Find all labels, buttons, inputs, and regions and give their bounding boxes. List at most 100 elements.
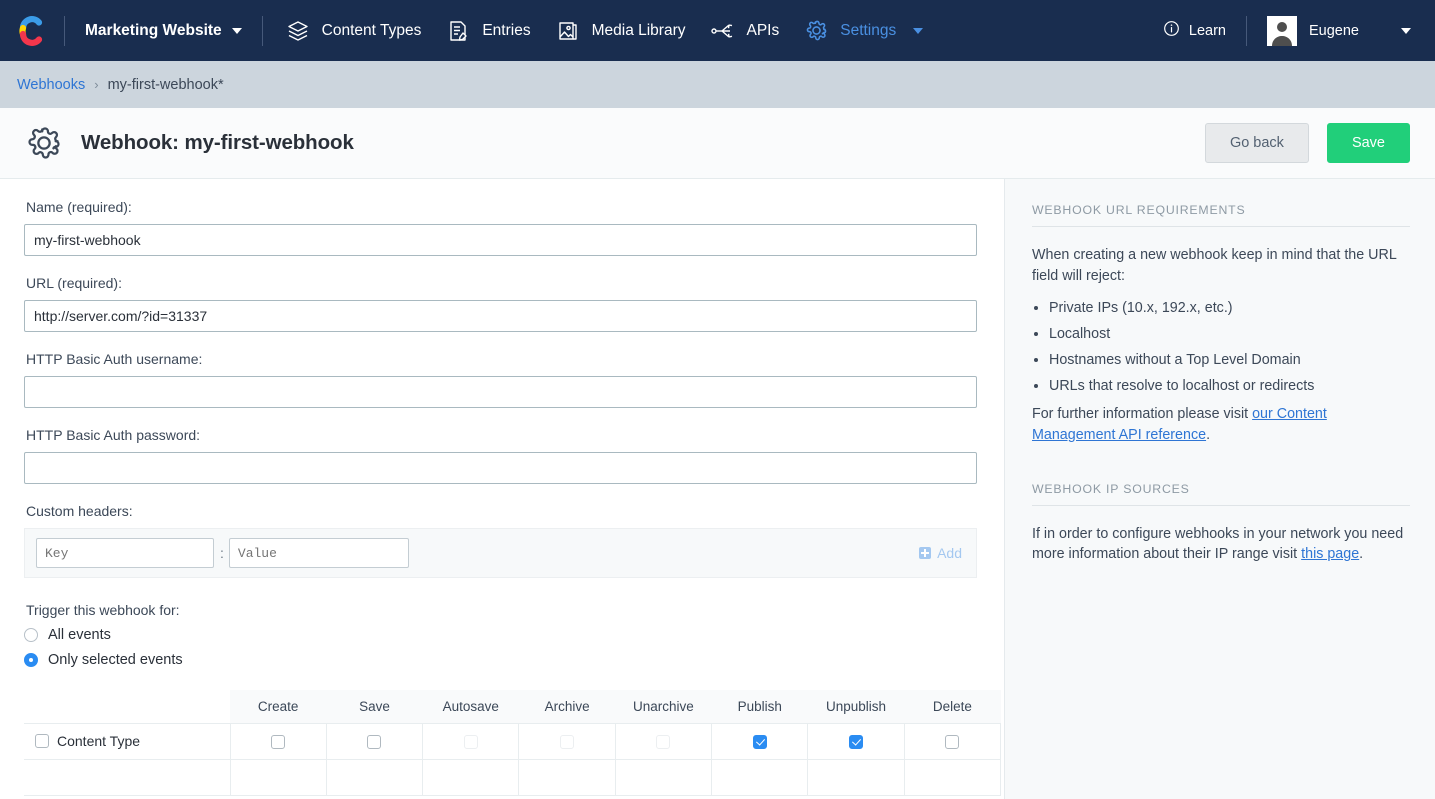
checkbox-publish[interactable]	[752, 735, 767, 750]
sidebar-ip-sources-text: If in order to configure webhooks in you…	[1032, 524, 1410, 565]
cell-delete[interactable]	[903, 758, 1002, 796]
sidebar-ip-suffix: .	[1359, 546, 1364, 563]
radio-only-selected-events[interactable]: Only selected events	[24, 652, 978, 668]
cell-create[interactable]	[229, 758, 327, 796]
learn-label: Learn	[1188, 22, 1226, 39]
checkbox-unpublish[interactable]	[849, 735, 864, 750]
basic-auth-username-input[interactable]	[24, 376, 977, 408]
sidebar-url-requirements-intro: When creating a new webhook keep in mind…	[1032, 247, 1397, 284]
field-custom-headers-label: Custom headers:	[26, 503, 133, 519]
field-custom-headers: Custom headers: : Add	[24, 503, 978, 578]
nav-item-media-library[interactable]: Media Library	[543, 12, 698, 50]
row-header-next[interactable]	[24, 758, 231, 796]
contentful-logo-icon[interactable]	[14, 14, 48, 48]
add-header-button[interactable]: Add	[919, 545, 962, 561]
row-select-checkbox[interactable]	[35, 734, 49, 748]
user-menu[interactable]: Eugene	[1257, 12, 1417, 50]
radio-all-events[interactable]: All events	[24, 627, 978, 643]
space-switcher[interactable]: Marketing Website	[75, 16, 252, 46]
space-switcher-label: Marketing Website	[85, 21, 222, 39]
learn-button[interactable]: Learn	[1153, 14, 1236, 47]
ip-range-link[interactable]: this page	[1301, 546, 1359, 562]
breadcrumb: Webhooks › my-first-webhook*	[0, 61, 1435, 108]
checkbox-create[interactable]	[271, 735, 286, 750]
col-header-create: Create	[230, 690, 327, 723]
nav-item-label: APIs	[746, 21, 780, 39]
nav-item-settings[interactable]: Settings	[791, 12, 935, 50]
cell-save[interactable]	[325, 722, 424, 760]
events-table: Create Save Autosave Archive Unarchive P…	[24, 690, 1002, 796]
cell-publish[interactable]	[711, 758, 809, 796]
header-value-input[interactable]	[228, 538, 409, 568]
checkbox-unarchive	[656, 735, 671, 750]
api-node-icon	[710, 18, 736, 44]
go-back-button[interactable]: Go back	[1204, 123, 1309, 163]
save-button[interactable]: Save	[1326, 123, 1410, 163]
page-header-actions: Go back Save	[1204, 123, 1410, 163]
cell-delete[interactable]	[903, 722, 1002, 760]
checkbox-delete[interactable]	[945, 735, 960, 750]
sidebar-ip-sources-heading: Webhook IP sources	[1032, 482, 1410, 506]
cell-unpublish[interactable]	[807, 722, 905, 760]
col-header-archive: Archive	[518, 690, 616, 723]
navbar-divider-3	[1246, 15, 1247, 46]
col-header-autosave: Autosave	[422, 690, 519, 723]
cell-archive	[518, 758, 616, 796]
nav-item-label: Media Library	[591, 21, 686, 39]
name-input[interactable]	[24, 224, 977, 256]
checkbox-archive	[560, 735, 575, 750]
nav-item-entries[interactable]: Entries	[433, 12, 542, 50]
radio-all-events-label: All events	[48, 627, 111, 643]
list-item: Localhost	[1049, 324, 1410, 345]
field-basic-auth-password-label: HTTP Basic Auth password:	[26, 427, 201, 443]
field-basic-auth-username-label: HTTP Basic Auth username:	[26, 351, 203, 367]
cell-save[interactable]	[325, 758, 424, 796]
field-basic-auth-password: HTTP Basic Auth password:	[24, 427, 978, 484]
field-url: URL (required):	[24, 275, 978, 332]
field-name: Name (required):	[24, 199, 978, 256]
checkbox-autosave	[463, 735, 478, 750]
url-input[interactable]	[24, 300, 977, 332]
cell-autosave	[422, 758, 520, 796]
header-key-input[interactable]	[36, 538, 214, 568]
field-trigger-label: Trigger this webhook for:	[26, 602, 180, 618]
nav-item-label: Content Types	[321, 21, 422, 39]
avatar	[1267, 15, 1297, 46]
page-header: Webhook: my-first-webhook Go back Save	[0, 108, 1435, 179]
sidebar: Webhook URL requirements When creating a…	[1004, 179, 1435, 799]
basic-auth-password-input[interactable]	[24, 452, 977, 484]
nav-item-label: Settings	[840, 21, 897, 39]
radio-only-selected-events-label: Only selected events	[48, 652, 183, 668]
checkbox-save[interactable]	[367, 735, 382, 750]
chevron-down-icon	[913, 27, 924, 34]
table-row	[24, 758, 1002, 796]
radio-all-events-control[interactable]	[24, 628, 38, 642]
gear-icon	[24, 123, 64, 163]
cell-unarchive	[614, 722, 713, 760]
breadcrumb-link-webhooks[interactable]: Webhooks	[17, 77, 85, 93]
row-label: Content Type	[57, 733, 141, 749]
col-header-delete: Delete	[904, 690, 1001, 723]
document-pen-icon	[445, 18, 471, 44]
header-colon-separator: :	[220, 545, 224, 561]
nav-item-apis[interactable]: APIs	[698, 12, 792, 50]
field-url-label: URL (required):	[26, 275, 122, 291]
top-navbar: Marketing Website Content Types Entries …	[0, 0, 1435, 61]
webhook-form: Name (required): URL (required): HTTP Ba…	[0, 179, 1004, 799]
chevron-down-icon	[1401, 27, 1411, 34]
row-header-content-type[interactable]: Content Type	[24, 722, 231, 760]
col-header-unpublish: Unpublish	[807, 690, 905, 723]
radio-only-selected-events-control[interactable]	[24, 653, 38, 667]
info-circle-icon	[1163, 20, 1180, 41]
sidebar-url-requirements-heading: Webhook URL requirements	[1032, 203, 1410, 227]
cell-unpublish[interactable]	[807, 758, 905, 796]
nav-item-content-types[interactable]: Content Types	[273, 12, 434, 50]
cell-publish[interactable]	[711, 722, 809, 760]
cell-create[interactable]	[229, 722, 327, 760]
breadcrumb-separator-icon: ›	[94, 77, 99, 92]
events-table-header-row: Create Save Autosave Archive Unarchive P…	[24, 690, 1001, 723]
body-wrapper: Name (required): URL (required): HTTP Ba…	[0, 179, 1435, 799]
events-table-body: Content Type	[24, 722, 1002, 796]
list-item: URLs that resolve to localhost or redire…	[1049, 376, 1410, 397]
sidebar-section-url-requirements: Webhook URL requirements When creating a…	[1032, 203, 1410, 446]
